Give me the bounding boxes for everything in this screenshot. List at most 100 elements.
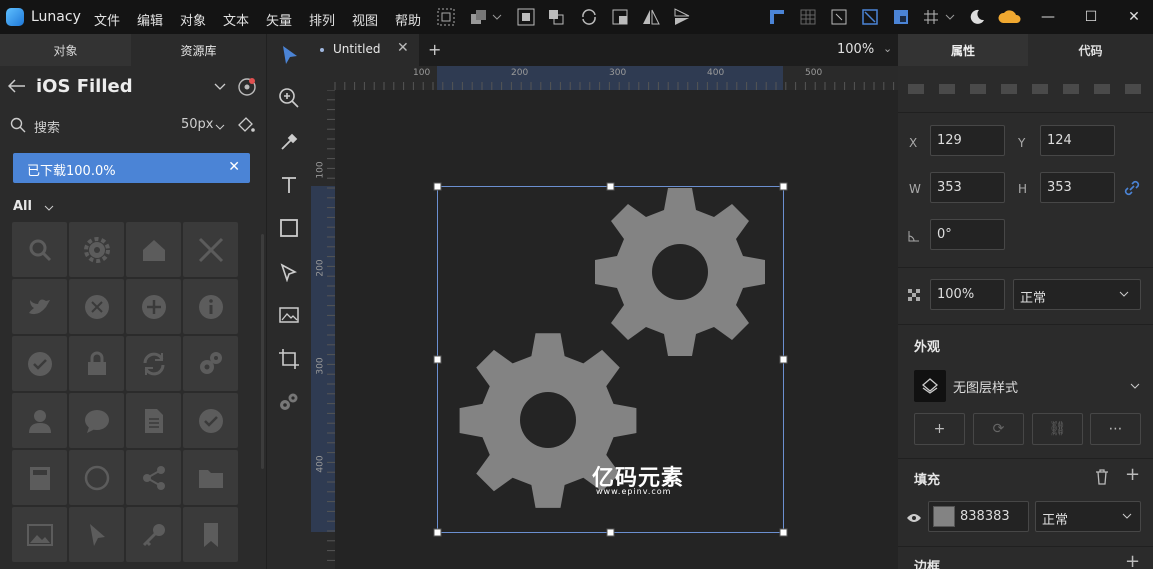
scrollbar[interactable] bbox=[261, 234, 264, 469]
resize-icon[interactable] bbox=[609, 6, 631, 28]
folder-icon[interactable] bbox=[183, 450, 238, 505]
flip-vertical-icon[interactable] bbox=[671, 6, 693, 28]
tab-objects[interactable]: 对象 bbox=[0, 34, 131, 66]
chevron-down-icon[interactable] bbox=[1119, 290, 1129, 298]
pen-tool-icon[interactable] bbox=[276, 259, 302, 285]
cursor-icon[interactable] bbox=[69, 507, 124, 562]
rotate-icon[interactable] bbox=[578, 6, 600, 28]
chevron-down-icon[interactable] bbox=[215, 123, 225, 131]
cloud-icon[interactable] bbox=[997, 6, 1023, 28]
library-settings-icon[interactable] bbox=[237, 77, 257, 97]
document-tab[interactable]: Untitled ✕ bbox=[311, 34, 419, 66]
chevron-down-icon[interactable] bbox=[1130, 382, 1140, 390]
mask-icon[interactable] bbox=[515, 6, 537, 28]
maximize-button[interactable]: ☐ bbox=[1078, 6, 1104, 28]
color-picker-icon[interactable] bbox=[276, 129, 302, 155]
back-arrow-icon[interactable] bbox=[8, 79, 26, 93]
chevron-down-icon[interactable] bbox=[490, 6, 504, 28]
home-icon[interactable] bbox=[126, 222, 181, 277]
minimize-button[interactable]: — bbox=[1035, 6, 1061, 28]
image-tool-icon[interactable] bbox=[276, 302, 302, 328]
preview-icon[interactable] bbox=[890, 6, 912, 28]
circle-icon[interactable] bbox=[69, 450, 124, 505]
checkmark-circle-icon[interactable] bbox=[183, 393, 238, 448]
menu-arrange[interactable]: 排列 bbox=[309, 10, 335, 29]
eye-icon[interactable] bbox=[906, 512, 922, 524]
flip-horizontal-icon[interactable] bbox=[640, 6, 662, 28]
fill-color-swatch[interactable] bbox=[933, 506, 955, 527]
fill-bucket-icon[interactable] bbox=[236, 115, 256, 135]
tab-code[interactable]: 代码 bbox=[1028, 34, 1153, 66]
layout-icon[interactable] bbox=[828, 6, 850, 28]
x-field[interactable]: 129 bbox=[930, 125, 1005, 156]
chevron-down-icon[interactable] bbox=[44, 204, 54, 212]
add-circle-icon[interactable] bbox=[126, 279, 181, 334]
gears-icon[interactable] bbox=[183, 336, 238, 391]
add-fill-button[interactable]: + bbox=[1125, 464, 1140, 485]
icon-size-select[interactable]: 50px bbox=[181, 117, 214, 132]
opacity-field[interactable]: 100% bbox=[930, 279, 1005, 310]
trash-icon[interactable] bbox=[1095, 469, 1109, 485]
ruler-toggle-icon[interactable] bbox=[766, 6, 788, 28]
text-tool-icon[interactable] bbox=[276, 172, 302, 198]
fill-color-field[interactable]: 838383 bbox=[928, 501, 1029, 532]
add-tab-button[interactable]: + bbox=[428, 40, 441, 59]
tab-assets[interactable]: 资源库 bbox=[131, 34, 266, 66]
menu-vector[interactable]: 矢量 bbox=[266, 10, 292, 29]
close-icon[interactable]: ✕ bbox=[228, 159, 240, 175]
layer-style-icon[interactable] bbox=[914, 370, 946, 402]
cancel-circle-icon[interactable] bbox=[69, 279, 124, 334]
image-icon[interactable] bbox=[12, 507, 67, 562]
rotation-field[interactable]: 0° bbox=[930, 219, 1005, 250]
more-options-button[interactable]: ⋯ bbox=[1090, 413, 1141, 445]
menu-edit[interactable]: 编辑 bbox=[137, 10, 163, 29]
add-style-button[interactable]: + bbox=[914, 413, 965, 445]
bookmark-icon[interactable] bbox=[183, 507, 238, 562]
chevron-down-icon[interactable] bbox=[1122, 512, 1132, 520]
gear-icon[interactable] bbox=[69, 222, 124, 277]
chevron-down-icon[interactable]: ⌄ bbox=[883, 42, 892, 55]
filter-all[interactable]: All bbox=[13, 199, 32, 214]
info-icon[interactable] bbox=[183, 279, 238, 334]
tab-properties[interactable]: 属性 bbox=[898, 34, 1028, 66]
share-icon[interactable] bbox=[126, 450, 181, 505]
menu-text[interactable]: 文本 bbox=[223, 10, 249, 29]
zoom-level[interactable]: 100% bbox=[837, 42, 874, 57]
y-field[interactable]: 124 bbox=[1040, 125, 1115, 156]
frame-tool-icon[interactable] bbox=[435, 6, 457, 28]
height-field[interactable]: 353 bbox=[1040, 172, 1115, 203]
rectangle-tool-icon[interactable] bbox=[276, 215, 302, 241]
calculator-icon[interactable] bbox=[12, 450, 67, 505]
close-window-button[interactable]: ✕ bbox=[1121, 6, 1147, 28]
layer-style-select[interactable]: 无图层样式 bbox=[953, 377, 1018, 396]
detach-style-button[interactable]: ⛓ bbox=[1032, 413, 1083, 445]
menu-file[interactable]: 文件 bbox=[94, 10, 120, 29]
document-icon[interactable] bbox=[126, 393, 181, 448]
close-icon[interactable] bbox=[183, 222, 238, 277]
boolean-union-icon[interactable] bbox=[467, 6, 489, 28]
search-input[interactable]: 搜索 bbox=[34, 117, 60, 136]
refresh-icon[interactable] bbox=[126, 336, 181, 391]
chevron-down-icon[interactable] bbox=[214, 81, 226, 91]
pixel-grid-icon[interactable] bbox=[797, 6, 819, 28]
close-tab-icon[interactable]: ✕ bbox=[397, 40, 409, 56]
link-proportions-icon[interactable] bbox=[1124, 180, 1140, 196]
snap-icon[interactable] bbox=[859, 6, 881, 28]
group-icon[interactable] bbox=[545, 6, 567, 28]
lock-icon[interactable] bbox=[69, 336, 124, 391]
checkmark-circle-icon[interactable] bbox=[12, 336, 67, 391]
crop-tool-icon[interactable] bbox=[276, 346, 302, 372]
plugins-gears-icon[interactable] bbox=[276, 389, 302, 415]
user-icon[interactable] bbox=[12, 393, 67, 448]
menu-help[interactable]: 帮助 bbox=[395, 10, 421, 29]
add-border-button[interactable]: + bbox=[1125, 551, 1140, 569]
menu-object[interactable]: 对象 bbox=[180, 10, 206, 29]
twitter-icon[interactable] bbox=[12, 279, 67, 334]
search-icon[interactable] bbox=[12, 222, 67, 277]
menu-view[interactable]: 视图 bbox=[352, 10, 378, 29]
dark-mode-icon[interactable] bbox=[966, 6, 988, 28]
gear-large-icon[interactable] bbox=[595, 188, 765, 356]
grid-icon[interactable] bbox=[920, 6, 942, 28]
canvas[interactable]: 亿码元素 www.epinv.com bbox=[335, 90, 898, 569]
chat-icon[interactable] bbox=[69, 393, 124, 448]
